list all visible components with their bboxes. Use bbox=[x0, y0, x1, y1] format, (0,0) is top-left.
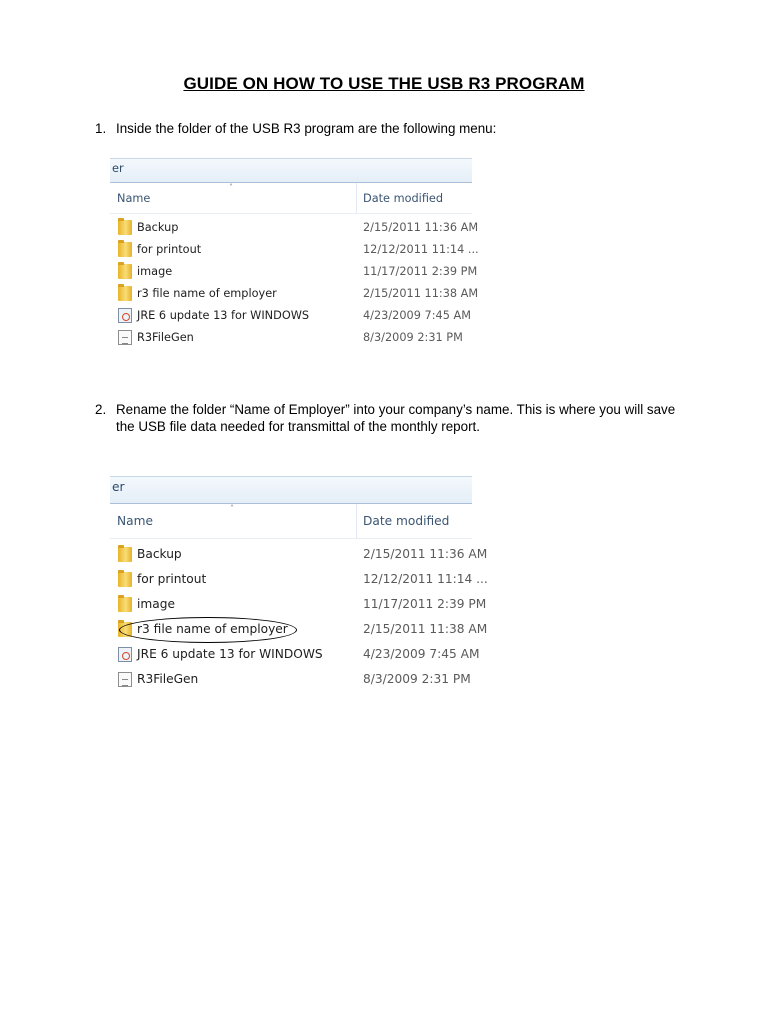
column-header-date-modified[interactable]: Date modified bbox=[363, 514, 449, 528]
column-divider[interactable] bbox=[356, 504, 357, 538]
document-icon bbox=[118, 330, 132, 345]
file-row-jre[interactable]: JRE 6 update 13 for WINDOWS 4/23/2009 7:… bbox=[110, 305, 472, 327]
file-row-backup[interactable]: Backup 2/15/2011 11:36 AM bbox=[110, 217, 478, 239]
file-name: JRE 6 update 13 for WINDOWS bbox=[137, 309, 310, 322]
explorer-window-2: er Name ˄ Date modified Backup 2/15/2011… bbox=[110, 476, 488, 708]
column-header: Name ˄ Date modified bbox=[110, 182, 472, 214]
file-row-image[interactable]: image 11/17/2011 2:39 PM bbox=[110, 593, 486, 618]
file-name: Backup bbox=[137, 221, 179, 234]
file-date: 8/3/2009 2:31 PM bbox=[363, 672, 471, 686]
file-name: R3FileGen bbox=[137, 672, 199, 686]
file-date: 11/17/2011 2:39 PM bbox=[363, 597, 487, 611]
file-date: 2/15/2011 11:36 AM bbox=[363, 547, 488, 561]
file-date: 4/23/2009 7:45 AM bbox=[363, 647, 480, 661]
file-date: 2/15/2011 11:38 AM bbox=[363, 287, 479, 300]
step-number: 1. bbox=[95, 121, 107, 136]
file-date: 12/12/2011 11:14 ... bbox=[363, 572, 488, 586]
file-name: Backup bbox=[137, 547, 182, 561]
file-date: 12/12/2011 11:14 ... bbox=[363, 243, 479, 256]
file-date: 4/23/2009 7:45 AM bbox=[363, 309, 471, 322]
file-date: 11/17/2011 2:39 PM bbox=[363, 265, 478, 278]
folder-icon bbox=[118, 262, 132, 279]
file-row-r3filegen[interactable]: R3FileGen 8/3/2009 2:31 PM bbox=[110, 327, 472, 349]
file-name: for printout bbox=[137, 243, 202, 256]
column-header-name[interactable]: Name bbox=[117, 514, 153, 528]
file-name: R3FileGen bbox=[137, 331, 194, 344]
step-text: Rename the folder “Name of Employer” int… bbox=[116, 402, 676, 434]
explorer-window-1: er Name ˄ Date modified Backup 2/15/2011… bbox=[110, 158, 479, 364]
sort-ascending-icon: ˄ bbox=[229, 183, 233, 192]
java-installer-icon bbox=[118, 647, 132, 662]
column-header-date-modified[interactable]: Date modified bbox=[363, 192, 443, 205]
file-row-backup[interactable]: Backup 2/15/2011 11:36 AM bbox=[110, 543, 487, 568]
column-divider[interactable] bbox=[356, 183, 357, 213]
address-breadcrumb[interactable]: er bbox=[110, 158, 472, 183]
file-name: image bbox=[137, 597, 175, 611]
folder-icon bbox=[118, 240, 132, 257]
step-number: 2. bbox=[95, 402, 107, 417]
file-row-jre[interactable]: JRE 6 update 13 for WINDOWS 4/23/2009 7:… bbox=[110, 643, 479, 668]
java-installer-icon bbox=[118, 308, 132, 323]
file-row-r3filegen[interactable]: R3FileGen 8/3/2009 2:31 PM bbox=[110, 668, 472, 693]
folder-icon bbox=[118, 218, 132, 235]
file-row-for-printout[interactable]: for printout 12/12/2011 11:14 ... bbox=[110, 239, 479, 261]
address-breadcrumb[interactable]: er bbox=[110, 476, 472, 504]
file-date: 8/3/2009 2:31 PM bbox=[363, 331, 463, 344]
folder-icon bbox=[118, 595, 132, 612]
file-name: r3 file name of employer bbox=[137, 287, 277, 300]
folder-icon bbox=[118, 570, 132, 587]
column-header: Name ˄ Date modified bbox=[110, 503, 472, 539]
file-row-image[interactable]: image 11/17/2011 2:39 PM bbox=[110, 261, 477, 283]
file-date: 2/15/2011 11:36 AM bbox=[363, 221, 479, 234]
column-header-name[interactable]: Name bbox=[117, 192, 150, 205]
folder-icon bbox=[118, 545, 132, 562]
folder-icon bbox=[118, 284, 132, 301]
step-text: Inside the folder of the USB R3 program … bbox=[116, 121, 497, 136]
file-date: 2/15/2011 11:38 AM bbox=[363, 622, 488, 636]
page-title: GUIDE ON HOW TO USE THE USB R3 PROGRAM bbox=[183, 74, 585, 93]
highlight-ellipse bbox=[119, 617, 297, 643]
file-row-r3-file-name-of-employer[interactable]: r3 file name of employer 2/15/2011 11:38… bbox=[110, 283, 478, 305]
sort-ascending-icon: ˄ bbox=[230, 504, 234, 513]
file-name: for printout bbox=[137, 572, 207, 586]
document-icon bbox=[118, 672, 132, 687]
file-name: JRE 6 update 13 for WINDOWS bbox=[137, 647, 323, 661]
file-row-for-printout[interactable]: for printout 12/12/2011 11:14 ... bbox=[110, 568, 488, 593]
file-name: image bbox=[137, 265, 173, 278]
